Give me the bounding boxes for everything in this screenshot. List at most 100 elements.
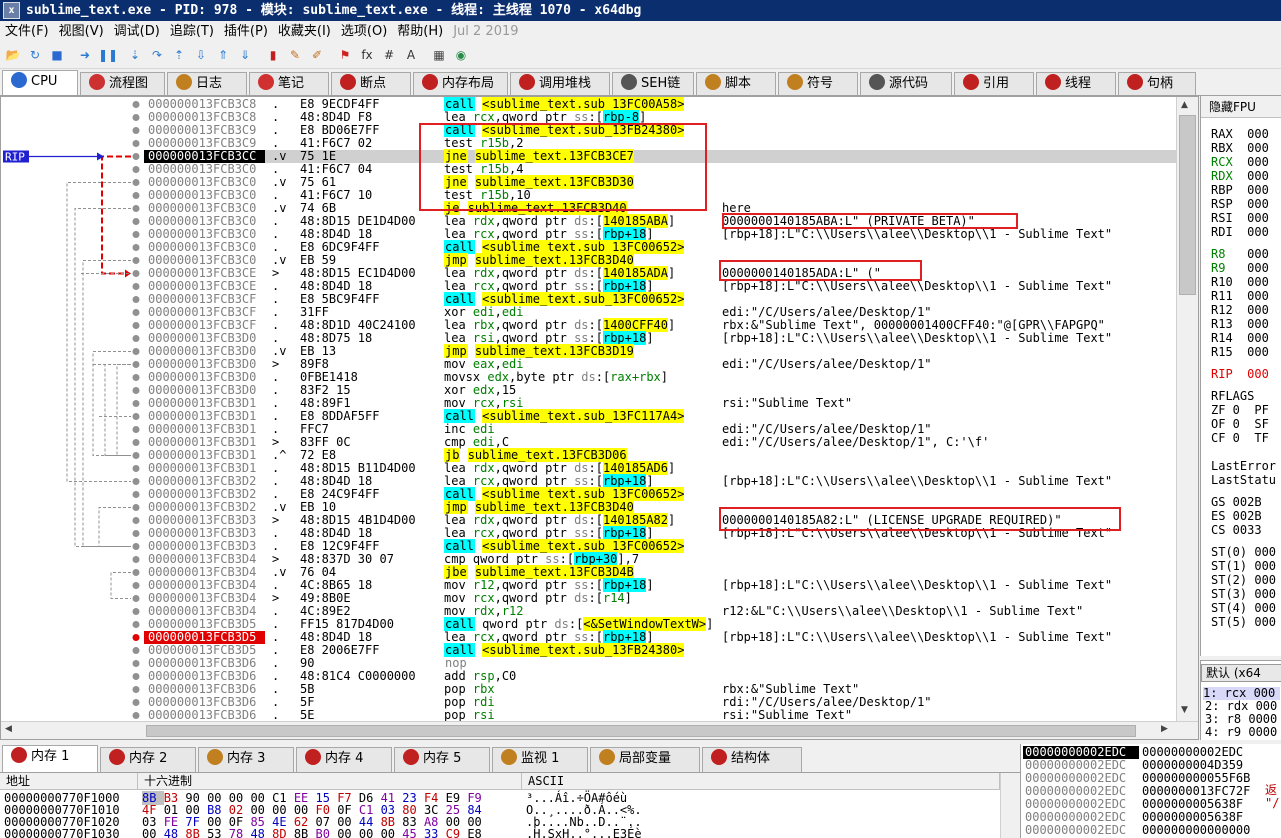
breakpoint-dot[interactable]: [132, 647, 140, 654]
disasm-row[interactable]: 000000013FCB3C8. E8 9ECDF4FF call <sublime…: [144, 97, 1176, 111]
address-cell[interactable]: 000000013FCB3D3: [148, 540, 264, 553]
scroll-left-icon[interactable]: ◀: [5, 724, 12, 734]
call-convention-select[interactable]: 默认 (x64: [1201, 664, 1281, 682]
breakpoint-dot[interactable]: [132, 179, 140, 186]
function-icon[interactable]: fx: [358, 46, 376, 64]
address-cell[interactable]: 000000013FCB3C0: [148, 163, 264, 176]
register-row[interactable]: R13 000: [1211, 318, 1269, 331]
breakpoint-dot[interactable]: [132, 478, 140, 485]
address-cell[interactable]: 000000013FCB3D6: [148, 657, 264, 670]
register-row[interactable]: RBX 000: [1211, 142, 1269, 155]
breakpoint-dot[interactable]: [132, 114, 140, 121]
breakpoint-dot[interactable]: [132, 673, 140, 680]
address-cell[interactable]: 000000013FCB3CC: [144, 150, 265, 163]
breakpoint-dot[interactable]: [132, 439, 140, 446]
dump-ascii-header[interactable]: ASCII: [522, 773, 1000, 790]
address-cell[interactable]: 000000013FCB3D5: [148, 644, 264, 657]
register-row[interactable]: RSP 000: [1211, 198, 1269, 211]
tab-source[interactable]: 源代码: [860, 72, 952, 95]
disassembly-listing[interactable]: 000000013FCB3C8. E8 9ECDF4FF call <sublime…: [144, 97, 1176, 721]
address-cell[interactable]: 000000013FCB3D1: [148, 410, 264, 423]
register-row[interactable]: RSI 000: [1211, 212, 1269, 225]
tab-thread[interactable]: 线程: [1036, 72, 1116, 95]
address-cell[interactable]: 000000013FCB3C8: [148, 111, 264, 124]
breakpoint-dot[interactable]: [132, 231, 140, 238]
disasm-row[interactable]: 000000013FCB3D0. 0FBE1418 movsx edx,byte p…: [144, 371, 1176, 384]
breakpoint-dot[interactable]: [132, 517, 140, 524]
breakpoint-dot[interactable]: [132, 270, 140, 277]
address-cell[interactable]: 000000013FCB3C9: [148, 124, 264, 137]
disasm-row[interactable]: 000000013FCB3D6. 48:81C4 C0000000 add rsp,…: [144, 670, 1176, 683]
register-row[interactable]: RBP 000: [1211, 184, 1269, 197]
breakpoint-dot[interactable]: [132, 218, 140, 225]
tab-log[interactable]: 日志: [167, 72, 247, 95]
breakpoint-dot[interactable]: [132, 309, 140, 316]
address-cell[interactable]: 000000013FCB3D1: [148, 436, 264, 449]
address-cell[interactable]: 000000013FCB3C0: [148, 189, 264, 202]
disasm-row[interactable]: 000000013FCB3D2. E8 24C9F4FF call <sublime…: [144, 487, 1176, 501]
disasm-row[interactable]: 000000013FCB3D1. FFC7 inc edi edi:"/C/Users…: [144, 423, 1176, 436]
disasm-row[interactable]: 000000013FCB3C0. E8 6DC9F4FF call <sublime…: [144, 240, 1176, 254]
breakpoint-dot[interactable]: [132, 335, 140, 342]
address-cell[interactable]: 000000013FCB3D5: [144, 631, 265, 644]
memory-dump[interactable]: 地址 十六进制 ASCII 00000000770F1000 8B B3 90 0…: [0, 772, 1020, 838]
disasm-row[interactable]: 000000013FCB3CF. E8 5BC9F4FF call <sublime…: [144, 292, 1176, 306]
address-cell[interactable]: 000000013FCB3D0: [148, 345, 264, 358]
tab-struct[interactable]: 结构体: [702, 747, 802, 772]
address-cell[interactable]: 000000013FCB3CF: [148, 306, 264, 319]
disasm-row[interactable]: 000000013FCB3D0 .v EB 13 jmp sublime_text.1…: [144, 344, 1176, 358]
register-row[interactable]: R11 000: [1211, 290, 1269, 303]
register-row[interactable]: R9 000: [1211, 262, 1269, 275]
breakpoint-dot[interactable]: [132, 634, 140, 641]
breakpoint-dot[interactable]: [132, 504, 140, 511]
patch-icon[interactable]: ▮: [264, 46, 282, 64]
menu-file[interactable]: 文件(F): [0, 21, 54, 42]
address-cell[interactable]: 000000013FCB3D6: [148, 670, 264, 683]
hide-fpu-button[interactable]: 隐藏FPU: [1201, 96, 1281, 118]
flag-row[interactable]: CF 0 TF: [1211, 432, 1269, 445]
stack-row[interactable]: 00000000002EDC 0000000005638F: [1021, 798, 1261, 811]
address-cell[interactable]: 000000013FCB3C0: [148, 215, 264, 228]
breakpoint-dot[interactable]: [132, 491, 140, 498]
breakpoint-dot[interactable]: [132, 556, 140, 563]
breakpoint-dot[interactable]: [132, 530, 140, 537]
address-cell[interactable]: 000000013FCB3D5: [148, 618, 264, 631]
address-cell[interactable]: 000000013FCB3D2: [148, 488, 264, 501]
bookmark-icon[interactable]: ⚑: [336, 46, 354, 64]
tab-script[interactable]: 脚本: [696, 72, 776, 95]
menu-view[interactable]: 视图(V): [54, 21, 109, 42]
address-cell[interactable]: 000000013FCB3C0: [148, 254, 264, 267]
tab-note[interactable]: 笔记: [249, 72, 329, 95]
breakpoint-dot[interactable]: [132, 712, 140, 719]
breakpoint-dot[interactable]: [132, 543, 140, 550]
breakpoint-dot[interactable]: [132, 374, 140, 381]
calculator-icon[interactable]: ▦: [430, 46, 448, 64]
breakpoint-dot[interactable]: [132, 296, 140, 303]
disasm-row[interactable]: 000000013FCB3D0. 48:8D75 18 lea rsi,qword …: [144, 331, 1176, 345]
tab-memory[interactable]: 内存 4: [296, 747, 392, 772]
breakpoint-dot[interactable]: [132, 101, 140, 108]
address-cell[interactable]: 000000013FCB3C0: [148, 228, 264, 241]
label-icon[interactable]: ✐: [308, 46, 326, 64]
argument-row[interactable]: 4: r9 0000: [1205, 726, 1277, 739]
trace-icon[interactable]: ⇓: [236, 46, 254, 64]
breakpoint-dot[interactable]: [132, 582, 140, 589]
stack-row[interactable]: 00000000002EDC 00000000002EDC: [1021, 746, 1261, 759]
address-cell[interactable]: 000000013FCB3D0: [148, 371, 264, 384]
breakpoint-dot[interactable]: [132, 400, 140, 407]
breakpoint-dot[interactable]: [132, 322, 140, 329]
step-into-icon[interactable]: ⇣: [126, 46, 144, 64]
menu-favourites[interactable]: 收藏夹(I): [273, 21, 336, 42]
address-cell[interactable]: 000000013FCB3D2: [148, 475, 264, 488]
tab-handle[interactable]: 句柄: [1118, 72, 1196, 95]
breakpoint-dot[interactable]: [132, 257, 140, 264]
pause-icon[interactable]: ❚❚: [98, 46, 118, 64]
breakpoint-dot[interactable]: [132, 140, 140, 147]
register-row[interactable]: RCX 000: [1211, 156, 1269, 169]
address-cell[interactable]: 000000013FCB3D4: [148, 566, 264, 579]
run-icon[interactable]: ➜: [76, 46, 94, 64]
breakpoint-dot[interactable]: [132, 192, 140, 199]
instruction-cell[interactable]: pop rsi: [444, 709, 495, 722]
address-cell[interactable]: 000000013FCB3CF: [148, 319, 264, 332]
font-icon[interactable]: A: [402, 46, 420, 64]
